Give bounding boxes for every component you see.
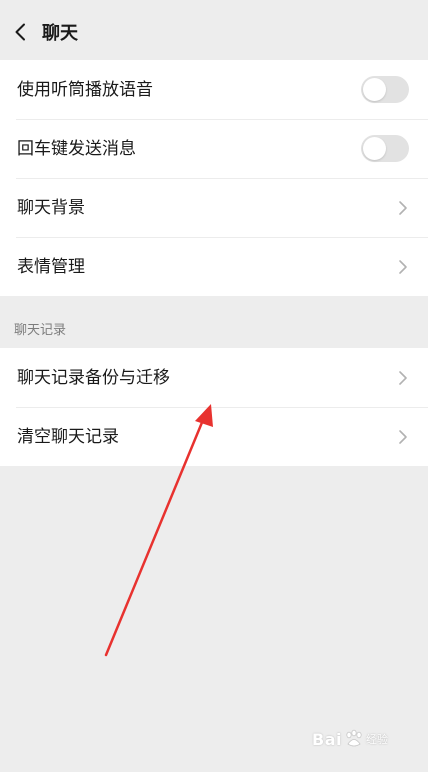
setting-row-clear-history[interactable]: 清空聊天记录 (0, 407, 428, 466)
back-button[interactable] (10, 20, 30, 44)
setting-label: 聊天记录备份与迁移 (17, 367, 170, 388)
chevron-left-icon (15, 23, 25, 41)
nav-header: 聊天 (0, 0, 428, 60)
chevron-right-icon (399, 201, 407, 215)
paw-icon (346, 729, 362, 747)
setting-label: 回车键发送消息 (17, 138, 136, 159)
setting-row-sticker-management[interactable]: 表情管理 (0, 237, 428, 296)
setting-label: 使用听筒播放语音 (17, 79, 153, 100)
chevron-right-icon (399, 371, 407, 385)
page-title: 聊天 (42, 23, 78, 44)
setting-row-enter-to-send[interactable]: 回车键发送消息 (0, 119, 428, 178)
setting-row-chat-background[interactable]: 聊天背景 (0, 178, 428, 237)
watermark-subtext: 经验 (365, 733, 388, 746)
toggle-knob (363, 78, 386, 101)
watermark-text: Bai (312, 729, 342, 749)
chevron-right-icon (399, 430, 407, 444)
setting-label: 清空聊天记录 (17, 426, 119, 447)
setting-row-backup-migrate[interactable]: 聊天记录备份与迁移 (0, 348, 428, 407)
setting-label: 表情管理 (17, 256, 85, 277)
chat-history-group: 聊天记录备份与迁移 清空聊天记录 (0, 348, 428, 466)
earpiece-playback-toggle[interactable] (361, 76, 409, 103)
section-label-chat-history: 聊天记录 (14, 323, 67, 338)
chevron-right-icon (399, 260, 407, 274)
settings-group: 使用听筒播放语音 回车键发送消息 聊天背景 表情管理 (0, 60, 428, 296)
watermark-logo: Bai 经验 (312, 722, 412, 756)
setting-row-earpiece-playback[interactable]: 使用听筒播放语音 (0, 60, 428, 119)
enter-to-send-toggle[interactable] (361, 135, 409, 162)
setting-label: 聊天背景 (17, 197, 85, 218)
toggle-knob (363, 137, 386, 160)
